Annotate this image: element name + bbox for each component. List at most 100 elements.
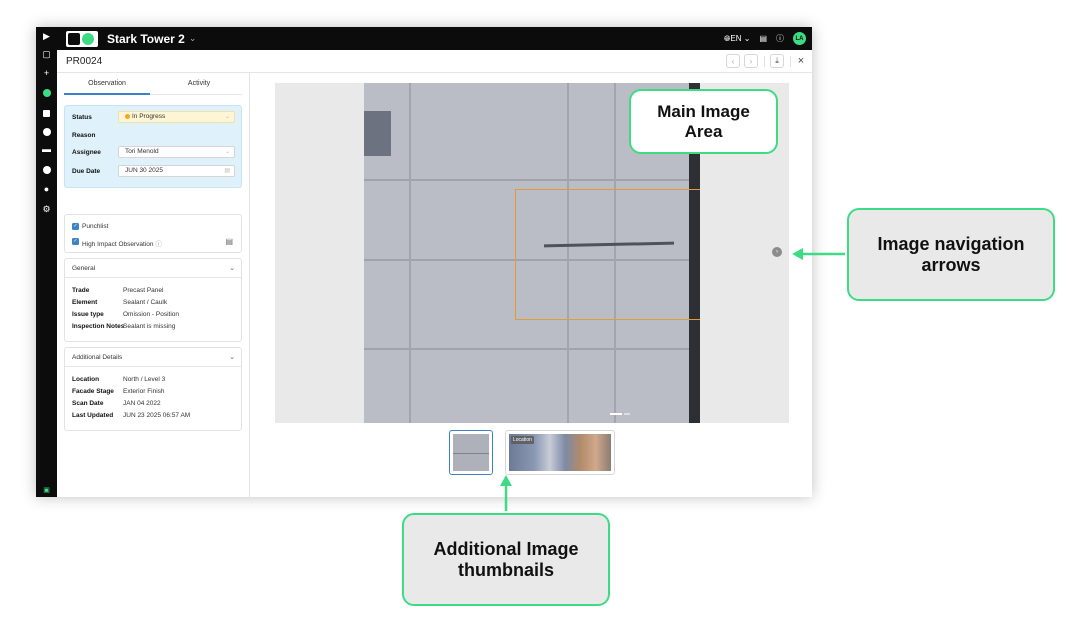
tab-observation[interactable]: Observation — [64, 80, 150, 95]
detail-label: Inspection Notes — [72, 323, 125, 330]
punchlist-checkbox[interactable]: ✓ — [72, 223, 79, 230]
additional-title: Additional Details — [72, 354, 123, 361]
brand-mark-icon: ▣ — [43, 487, 50, 494]
detail-value: Exterior Finish — [123, 388, 165, 395]
due-date-value: JUN 30 2025 — [125, 167, 163, 174]
logo-square-icon — [68, 32, 80, 45]
callout-main-image-text: Main Image Area — [657, 101, 750, 141]
status-label: Status — [72, 114, 92, 121]
panel-joint — [364, 179, 700, 181]
status-select[interactable]: In Progress ⌄ — [118, 111, 235, 123]
close-button[interactable]: × — [794, 54, 808, 68]
status-card: Status In Progress ⌄ Reason Assignee Tor… — [64, 105, 242, 188]
high-impact-label: High Impact Observation ⓘ — [82, 238, 162, 248]
thumbnail-location[interactable]: Location — [505, 430, 615, 475]
left-icon-rail: ▶ ▢ + ▬ ● ⚙ ▣ — [36, 27, 57, 497]
due-date-label: Due Date — [72, 168, 101, 175]
thumbnail-image: Location — [509, 434, 611, 471]
dark-panel-region — [364, 111, 391, 156]
chevron-down-icon[interactable]: ⌄ — [229, 264, 235, 272]
issue-highlight-box[interactable] — [515, 189, 700, 320]
panel-tabs: Observation Activity — [64, 77, 242, 95]
thumbnail-facade[interactable] — [449, 430, 493, 475]
info-icon[interactable]: ⓘ — [155, 241, 162, 248]
detail-value: Omission - Position — [123, 311, 179, 318]
detail-label: Facade Stage — [72, 388, 114, 395]
due-date-input[interactable]: JUN 30 2025 ▤ — [118, 165, 235, 177]
divider — [65, 366, 241, 367]
observations-icon[interactable] — [43, 89, 51, 97]
add-icon[interactable]: + — [41, 68, 52, 79]
detail-value: JAN 04 2022 — [123, 400, 161, 407]
divider — [65, 277, 241, 278]
general-card: General ⌄ Trade Precast Panel Element Se… — [64, 258, 242, 342]
high-impact-checkbox[interactable]: ✓ — [72, 238, 79, 245]
callout-navigation: Image navigation arrows — [847, 208, 1055, 301]
status-value: In Progress — [132, 113, 166, 120]
next-image-arrow-icon[interactable]: › — [772, 247, 782, 257]
help-icon[interactable]: ⓘ — [776, 33, 784, 44]
detail-label: Element — [72, 299, 98, 306]
status-dot-icon — [125, 113, 130, 119]
thumbnail-joint — [453, 452, 489, 454]
image-pager-dots[interactable] — [610, 413, 634, 415]
callout-navigation-text: Image navigation arrows — [877, 233, 1025, 275]
record-header: PR0024 ‹ › ⤓ × — [57, 50, 812, 73]
camera-icon[interactable] — [43, 166, 51, 174]
tab-activity[interactable]: Activity — [156, 80, 242, 87]
divider — [764, 56, 765, 67]
detail-label: Scan Date — [72, 400, 104, 407]
assignee-label: Assignee — [72, 149, 101, 156]
project-name[interactable]: Stark Tower 2 — [107, 32, 185, 46]
previous-record-button[interactable]: ‹ — [726, 54, 740, 68]
annotated-screenshot: ▶ ▢ + ▬ ● ⚙ ▣ Stark Tower 2 ⌄ 🌐︎EN ⌄ ▤ ⓘ — [0, 0, 1083, 628]
assignee-select[interactable]: Tori Menold ⌄ — [118, 146, 235, 158]
logo-circle-icon — [82, 32, 94, 45]
chevron-down-icon[interactable]: ⌄ — [189, 33, 197, 44]
panel-joint — [364, 348, 700, 350]
pager-dot[interactable] — [624, 413, 630, 415]
chevron-down-icon: ⌄ — [224, 114, 230, 120]
download-button[interactable]: ⤓ — [770, 54, 784, 68]
detail-label: Issue type — [72, 311, 104, 318]
next-record-button[interactable]: › — [744, 54, 758, 68]
collapse-icon[interactable]: ▶ — [41, 31, 52, 42]
detail-value: North / Level 3 — [123, 376, 166, 383]
punchlist-label: Punchlist — [82, 223, 109, 230]
list-icon[interactable] — [43, 110, 50, 117]
frame-icon[interactable]: ▢ — [41, 49, 52, 60]
avatar[interactable]: LA — [793, 32, 806, 45]
chevron-down-icon[interactable]: ⌄ — [229, 353, 235, 361]
user-icon[interactable]: ● — [41, 184, 52, 195]
flags-card: ✓ Punchlist ✓ High Impact Observation ⓘ … — [64, 214, 242, 253]
callout-main-image: Main Image Area — [629, 89, 778, 154]
general-title: General — [72, 265, 96, 272]
top-right-controls: 🌐︎EN ⌄ ▤ ⓘ LA — [724, 27, 806, 50]
details-panel: Observation Activity Status In Progress … — [57, 73, 250, 497]
callout-thumbnails: Additional Image thumbnails — [402, 513, 610, 606]
reason-label: Reason — [72, 132, 96, 139]
building-icon[interactable] — [43, 128, 51, 136]
bed-icon[interactable]: ▬ — [41, 144, 52, 155]
comment-icon[interactable]: ▤ — [225, 237, 233, 246]
chat-icon[interactable]: ▤ — [759, 34, 767, 43]
divider — [790, 56, 791, 67]
detail-value: Precast Panel — [123, 287, 164, 294]
settings-gear-icon[interactable]: ⚙ — [41, 204, 52, 215]
panel-joint — [409, 83, 411, 423]
detail-value: JUN 23 2025 06:57 AM — [123, 412, 191, 419]
calendar-icon[interactable]: ▤ — [224, 166, 230, 176]
app-logo[interactable] — [66, 30, 98, 47]
record-id: PR0024 — [66, 56, 103, 67]
detail-label: Location — [72, 376, 100, 383]
location-badge: Location — [511, 436, 534, 444]
thumbnail-image — [453, 434, 489, 471]
chevron-down-icon: ⌄ — [224, 149, 230, 155]
detail-label: Trade — [72, 287, 90, 294]
pager-dot-active[interactable] — [610, 413, 622, 415]
language-selector[interactable]: 🌐︎EN ⌄ — [724, 34, 750, 44]
top-bar: Stark Tower 2 ⌄ 🌐︎EN ⌄ ▤ ⓘ LA — [57, 27, 812, 50]
detail-label: Last Updated — [72, 412, 114, 419]
high-impact-text: High Impact Observation — [82, 241, 154, 248]
assignee-value: Tori Menold — [125, 148, 159, 155]
